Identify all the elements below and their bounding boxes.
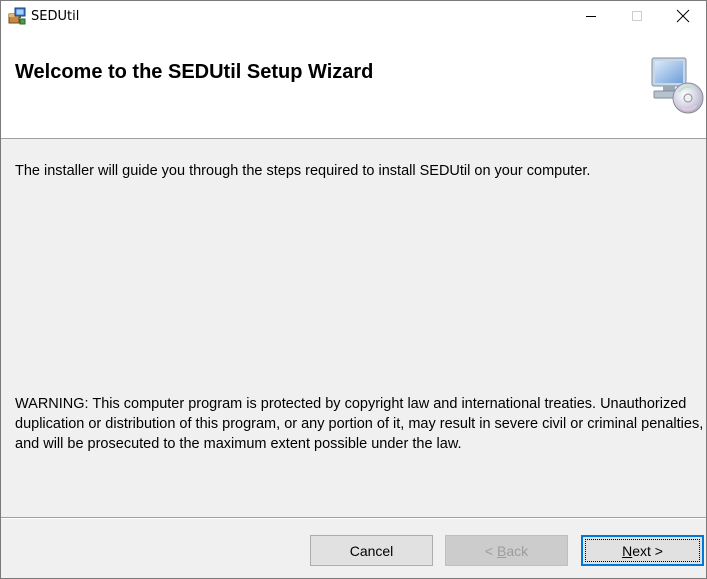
page-title: Welcome to the SEDUtil Setup Wizard bbox=[15, 61, 374, 83]
maximize-button bbox=[614, 1, 660, 31]
close-icon bbox=[676, 9, 690, 23]
window-controls bbox=[568, 1, 706, 31]
minimize-icon bbox=[586, 16, 596, 17]
back-button-prefix: < bbox=[484, 542, 497, 559]
computer-cd-icon bbox=[651, 57, 704, 114]
copyright-warning: WARNING: This computer program is protec… bbox=[15, 396, 704, 452]
intro-text: The installer will guide you through the… bbox=[15, 163, 591, 179]
title-bar[interactable]: SEDUtil bbox=[1, 1, 706, 31]
setup-wizard-window: SEDUtil Welcome to the SEDUtil Setup Wiz… bbox=[0, 0, 707, 579]
cancel-button-label: Cancel bbox=[349, 542, 394, 559]
installer-box-icon bbox=[8, 7, 26, 25]
wizard-header: Welcome to the SEDUtil Setup Wizard bbox=[1, 31, 706, 139]
back-button-label: ack bbox=[506, 542, 529, 559]
minimize-button[interactable] bbox=[568, 1, 614, 31]
focus-indicator bbox=[585, 539, 700, 562]
window-title: SEDUtil bbox=[31, 8, 80, 24]
cancel-button[interactable]: Cancel bbox=[310, 535, 433, 566]
back-button: < Back bbox=[445, 535, 568, 566]
footer-divider bbox=[1, 517, 706, 519]
close-button[interactable] bbox=[660, 1, 706, 31]
back-button-accelerator: B bbox=[496, 542, 507, 559]
next-button[interactable]: Next > bbox=[581, 535, 704, 566]
maximize-icon bbox=[632, 11, 642, 21]
